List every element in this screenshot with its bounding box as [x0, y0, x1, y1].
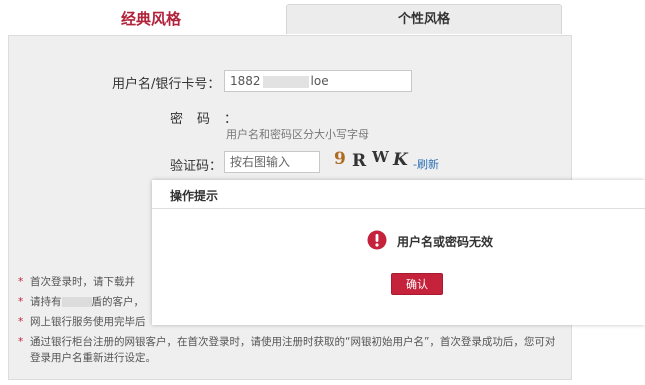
dialog-title: 操作提示 — [170, 189, 219, 203]
style-tabs: 经典风格 个性风格 — [0, 0, 645, 36]
captcha-char: R — [352, 151, 367, 171]
captcha-refresh-link[interactable]: -刷新 — [413, 156, 439, 172]
error-icon — [367, 230, 387, 250]
note-star: * — [18, 316, 24, 328]
note-text: 首次登录时，请下载并 — [30, 276, 135, 288]
username-redaction — [262, 75, 309, 88]
note-text: 网上银行服务使用完毕后 — [30, 316, 146, 328]
operation-prompt-dialog: 操作提示 用户名或密码无效 确认 — [152, 180, 645, 325]
password-label: 密码： — [170, 112, 252, 127]
username-label: 用户名/银行卡号： — [112, 77, 221, 92]
captcha-input[interactable]: 按右图输入 — [224, 151, 320, 173]
note-text: 通过银行柜台注册的网银客户，在首次登录时，请使用注册时获取的“网银初始用户名”，… — [30, 336, 556, 364]
username-value-prefix: 1882 — [230, 74, 261, 88]
case-sensitivity-hint: 用户名和密码区分大小写字母 — [226, 128, 369, 141]
note-star: * — [18, 336, 24, 348]
note-star: * — [18, 296, 24, 308]
note-item: * 通过银行柜台注册的网银客户，在首次登录时，请使用注册时获取的“网银初始用户名… — [18, 332, 558, 366]
captcha-char: W — [372, 148, 389, 166]
dialog-message: 用户名或密码无效 — [397, 235, 494, 249]
captcha-image: 9 R W K — [330, 148, 412, 172]
captcha-label: 验证码： — [170, 159, 223, 174]
captcha-char: 9 — [334, 149, 346, 169]
note-text: 请持有 — [30, 296, 62, 308]
tab-classic-style[interactable]: 经典风格 — [20, 4, 282, 34]
username-value-suffix: loe — [310, 74, 329, 88]
captcha-char: K — [393, 150, 408, 170]
note-redaction — [61, 297, 92, 307]
refresh-label: 刷新 — [416, 158, 439, 171]
dialog-header: 操作提示 — [152, 180, 645, 209]
username-field[interactable]: 1882 loe — [224, 70, 412, 92]
confirm-button[interactable]: 确认 — [391, 273, 443, 295]
note-star: * — [18, 276, 24, 288]
tab-personal-style[interactable]: 个性风格 — [286, 4, 562, 34]
note-text: 盾的客户， — [91, 296, 145, 308]
